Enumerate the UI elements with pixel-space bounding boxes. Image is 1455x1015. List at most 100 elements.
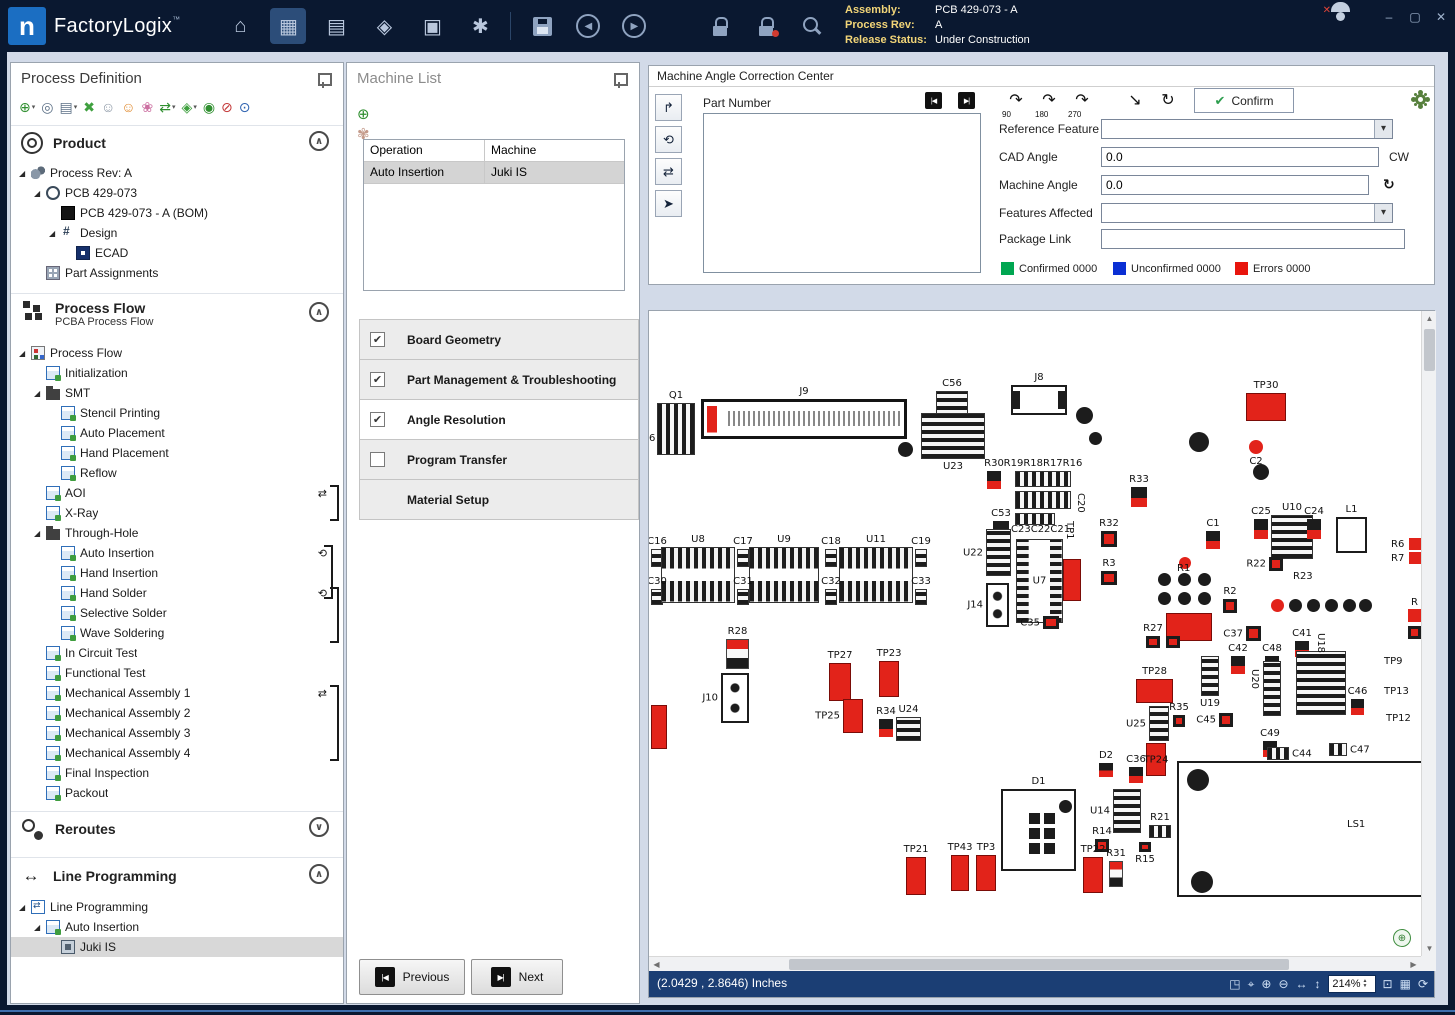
pcb-component-q1[interactable] xyxy=(657,403,695,455)
pcb-component[interactable] xyxy=(1178,573,1191,586)
pcb-component-r15[interactable] xyxy=(1139,842,1151,852)
pcb-component-l1[interactable] xyxy=(1336,517,1367,553)
add-icon[interactable]: ⊕▾ xyxy=(19,99,35,116)
rotate-90-icon[interactable]: ↷90 xyxy=(1004,90,1028,116)
pcb-component[interactable] xyxy=(1029,813,1040,824)
fit-zoom-button[interactable] xyxy=(1393,929,1411,947)
tree-item-ecad[interactable]: ECAD xyxy=(11,243,343,263)
first-part-icon[interactable]: |◀ xyxy=(925,92,942,109)
scroll-right-icon[interactable]: ▶ xyxy=(1406,957,1421,972)
tree-item-pcb-429-073[interactable]: ◢PCB 429-073 xyxy=(11,183,343,203)
pcb-component-r28[interactable] xyxy=(726,639,749,669)
reroute-icon[interactable]: ⇄ xyxy=(318,687,327,700)
add-machine-icon[interactable]: ⊕ xyxy=(357,105,370,123)
pcb-component[interactable] xyxy=(1029,828,1040,839)
pcb-component[interactable] xyxy=(1178,592,1191,605)
pan-h-icon[interactable]: ↔ xyxy=(1296,977,1308,991)
pcb-component[interactable] xyxy=(1044,843,1055,854)
zoom-window-icon[interactable]: ⊡ xyxy=(1383,977,1393,991)
pcb-component[interactable] xyxy=(1343,599,1356,612)
tree-item-hand-solder[interactable]: Hand Solder⟲ xyxy=(11,583,343,603)
forward-button[interactable]: ▶ xyxy=(615,9,653,43)
step-board-geometry[interactable]: ✔Board Geometry xyxy=(360,320,638,360)
pcb-component[interactable] xyxy=(1158,592,1171,605)
tree-item-design[interactable]: ◢Design xyxy=(11,223,343,243)
pcb-component[interactable] xyxy=(1015,491,1071,509)
unlock-button[interactable] xyxy=(747,9,785,43)
tree-item-mechanical-assembly-1[interactable]: Mechanical Assembly 1⇄ xyxy=(11,683,343,703)
back-button[interactable]: ◀ xyxy=(569,9,607,43)
tree-item-aoi[interactable]: AOI⇄ xyxy=(11,483,343,503)
pcb-component[interactable] xyxy=(1296,651,1346,715)
step-program-transfer[interactable]: Program Transfer xyxy=(360,440,638,480)
gear-icon[interactable] xyxy=(1415,94,1426,105)
pcb-component-tp43[interactable] xyxy=(951,855,969,891)
pcb-component-tp28[interactable] xyxy=(1136,679,1173,703)
pin-icon[interactable] xyxy=(613,73,625,88)
refresh-view-icon[interactable]: ⟳ xyxy=(1418,977,1428,991)
expander-icon[interactable]: ◢ xyxy=(34,389,46,398)
pcb-component[interactable] xyxy=(1263,661,1281,716)
pcb-component[interactable] xyxy=(1409,552,1421,564)
pcb-component-c45[interactable] xyxy=(1219,713,1233,727)
tree-item-through-hole[interactable]: ◢Through-Hole xyxy=(11,523,343,543)
pcb-component[interactable] xyxy=(1187,769,1209,791)
pcb-component[interactable] xyxy=(1359,599,1372,612)
pcb-component[interactable] xyxy=(1189,432,1209,452)
transfer-icon[interactable]: ⇄ xyxy=(655,158,682,185)
pcb-component-c35[interactable] xyxy=(1043,616,1059,629)
pcb-component[interactable] xyxy=(1063,559,1081,601)
next-button[interactable]: ▶| Next xyxy=(471,959,563,995)
package-link-input[interactable] xyxy=(1101,229,1405,249)
rotate-270-icon[interactable]: ↷270 xyxy=(1070,90,1094,116)
minimize-button[interactable] xyxy=(1379,8,1399,26)
user-gray-icon[interactable]: ☺ xyxy=(101,99,115,115)
collapse-flow-button[interactable] xyxy=(309,302,329,322)
tree-item-auto-insertion[interactable]: Auto Insertion⟲ xyxy=(11,543,343,563)
tree-item-selective-solder[interactable]: Selective Solder xyxy=(11,603,343,623)
pcb-component-tp23[interactable] xyxy=(879,661,899,697)
tree-item-auto-insertion[interactable]: ◢Auto Insertion xyxy=(11,917,343,937)
export-icon[interactable]: ◈▾ xyxy=(182,99,197,116)
tree-item-wave-soldering[interactable]: Wave Soldering xyxy=(11,623,343,643)
vertical-scrollbar[interactable]: ▲ ▼ xyxy=(1421,311,1436,956)
pcb-component[interactable] xyxy=(1044,828,1055,839)
pcb-component-c31[interactable] xyxy=(737,589,749,605)
pcb-component[interactable] xyxy=(1408,609,1421,622)
pcb-component[interactable] xyxy=(1089,432,1102,445)
pcb-component[interactable] xyxy=(1408,626,1421,639)
tree-item-mechanical-assembly-3[interactable]: Mechanical Assembly 3 xyxy=(11,723,343,743)
home-icon[interactable]: ⌂ xyxy=(222,8,258,44)
pcb-component[interactable] xyxy=(1158,573,1171,586)
pcb-component[interactable] xyxy=(651,705,667,749)
loop-back-icon[interactable]: ⟲ xyxy=(318,587,327,600)
pcb-component[interactable] xyxy=(1191,871,1213,893)
tree-item-mechanical-assembly-4[interactable]: Mechanical Assembly 4 xyxy=(11,743,343,763)
tree-item-auto-placement[interactable]: Auto Placement xyxy=(11,423,343,443)
zoom-control[interactable]: ▲▼ xyxy=(1328,975,1376,993)
tree-item-process-rev-a[interactable]: ◢Process Rev: A xyxy=(11,163,343,183)
loop-back-icon[interactable]: ⟲ xyxy=(318,547,327,560)
pcb-component-r27[interactable] xyxy=(1146,636,1160,648)
horizontal-scroll-thumb[interactable] xyxy=(789,959,1289,970)
scroll-down-icon[interactable]: ▼ xyxy=(1422,941,1437,956)
pcb-component[interactable] xyxy=(1029,843,1040,854)
spin-down-icon[interactable]: ▼ xyxy=(1363,984,1368,989)
pcb-component[interactable] xyxy=(1307,599,1320,612)
tree-item-juki-is[interactable]: Juki IS xyxy=(11,937,343,957)
tree-item-hand-insertion[interactable]: Hand Insertion xyxy=(11,563,343,583)
tree-item-hand-placement[interactable]: Hand Placement xyxy=(11,443,343,463)
pcb-component-c36[interactable] xyxy=(1129,767,1143,783)
rotate-180-icon[interactable]: ↷180 xyxy=(1037,90,1061,116)
tree-item-part-assignments[interactable]: Part Assignments xyxy=(11,263,343,283)
print-icon[interactable]: ▤▾ xyxy=(59,99,77,116)
pcb-component-j9[interactable] xyxy=(701,399,907,439)
pcb-component-r35[interactable] xyxy=(1173,715,1185,727)
pcb-component-tp21[interactable] xyxy=(906,857,926,895)
pin-icon[interactable] xyxy=(317,73,329,88)
tree-item-process-flow[interactable]: ◢Process Flow xyxy=(11,343,343,363)
checkbox[interactable]: ✔ xyxy=(370,332,385,347)
close-button[interactable] xyxy=(1431,8,1451,26)
rotate-any-icon[interactable]: ↘ xyxy=(1123,90,1147,116)
pcb-component[interactable] xyxy=(1177,761,1421,897)
